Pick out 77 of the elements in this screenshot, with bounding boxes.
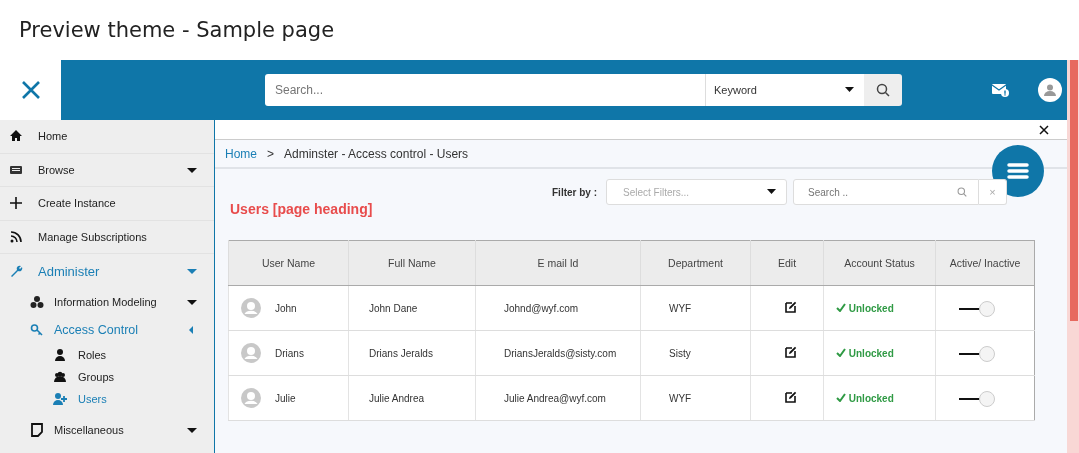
table-cell: Johnd@wyf.com xyxy=(504,302,579,314)
page-icon xyxy=(30,423,44,437)
breadcrumb-link[interactable]: Home xyxy=(225,146,257,161)
avatar-icon xyxy=(241,343,261,363)
user-plus-icon xyxy=(53,392,67,406)
close-button[interactable] xyxy=(1039,124,1049,135)
plus-icon xyxy=(9,196,23,211)
edit-icon[interactable] xyxy=(785,390,797,406)
sidebar-item[interactable]: Users xyxy=(0,388,214,410)
avatar-icon xyxy=(241,388,261,408)
table-cell: Julie Andrea xyxy=(369,392,425,404)
sidebar-item[interactable]: Administer xyxy=(0,254,214,288)
column-header: Department xyxy=(640,240,751,286)
breadcrumb-current: Adminster - Access control - Users xyxy=(284,146,469,161)
status-label: Unlocked xyxy=(848,302,894,314)
check-icon xyxy=(836,302,846,312)
wrench-icon xyxy=(9,264,23,278)
check-icon xyxy=(836,347,846,357)
dropdown-value: Keyword xyxy=(714,84,757,96)
table-cell: Julie Andrea@wyf.com xyxy=(504,392,606,404)
column-header: Account Status xyxy=(823,240,936,286)
rss-icon xyxy=(9,229,23,244)
key-icon xyxy=(30,323,44,337)
column-header: Edit xyxy=(750,240,824,286)
search-icon xyxy=(957,187,967,197)
search-icon xyxy=(876,83,890,97)
window-title: Preview theme - Sample page xyxy=(18,17,336,44)
toggle-switch[interactable] xyxy=(959,300,994,316)
scrollbar-thumb[interactable] xyxy=(1070,60,1078,321)
sidebar-item[interactable]: Home xyxy=(0,120,214,154)
table-cell: Julie xyxy=(275,392,296,404)
close-icon[interactable] xyxy=(20,80,41,100)
filter-label: Filter by : xyxy=(552,186,597,198)
sidebar-item[interactable]: Roles xyxy=(0,344,214,366)
toggle-switch[interactable] xyxy=(959,345,994,361)
sidebar-item[interactable]: Create Instance xyxy=(0,187,214,221)
filter-search-field[interactable]: Search .. xyxy=(793,179,979,205)
table-cell: John Dane xyxy=(369,302,418,314)
status-label: Unlocked xyxy=(848,347,894,359)
home-icon xyxy=(9,129,23,144)
column-header: Full Name xyxy=(348,240,476,286)
status-label: Unlocked xyxy=(848,392,894,404)
page-heading: Users [page heading] xyxy=(230,201,374,217)
cubes-icon xyxy=(30,295,44,309)
search-field[interactable]: Search... xyxy=(265,74,705,106)
menu-icon xyxy=(1006,161,1030,181)
edit-icon[interactable] xyxy=(785,300,797,316)
table-cell: Drians Jeralds xyxy=(369,347,433,359)
dropdown-placeholder: Select Filters... xyxy=(623,186,690,198)
breadcrumb-separator: > xyxy=(267,146,275,161)
sidebar-item[interactable]: Information Modeling xyxy=(0,288,214,316)
caret-icon xyxy=(845,87,854,93)
column-header: E mail Id xyxy=(475,240,641,286)
sidebar-item[interactable]: Groups xyxy=(0,366,214,388)
user-avatar-icon[interactable] xyxy=(1038,78,1062,102)
sidebar-item[interactable]: Access Control xyxy=(0,316,214,344)
sidebar-item[interactable]: Manage Subscriptions xyxy=(0,220,214,254)
toggle-switch[interactable] xyxy=(959,390,994,406)
column-header: User Name xyxy=(228,240,349,286)
table-cell: DriansJeralds@sisty.com xyxy=(504,347,617,359)
sidebar-item[interactable]: Miscellaneous xyxy=(0,416,214,444)
mail-alert-icon[interactable] xyxy=(992,82,1010,98)
user-icon xyxy=(53,348,67,362)
search-button[interactable] xyxy=(864,74,902,106)
table-cell: WYF xyxy=(669,302,692,314)
group-icon xyxy=(53,370,67,384)
keyword-dropdown[interactable]: Keyword xyxy=(705,74,864,106)
sidebar-item[interactable]: Browse xyxy=(0,153,214,187)
table-cell: Drians xyxy=(275,347,304,359)
column-header: Active/ Inactive xyxy=(935,240,1035,286)
table-cell: John xyxy=(275,302,297,314)
caret-icon xyxy=(767,189,776,195)
table-cell: WYF xyxy=(669,392,692,404)
check-icon xyxy=(836,392,846,402)
edit-icon[interactable] xyxy=(785,345,797,361)
avatar-icon xyxy=(241,298,261,318)
table-cell: Sisty xyxy=(669,347,691,359)
